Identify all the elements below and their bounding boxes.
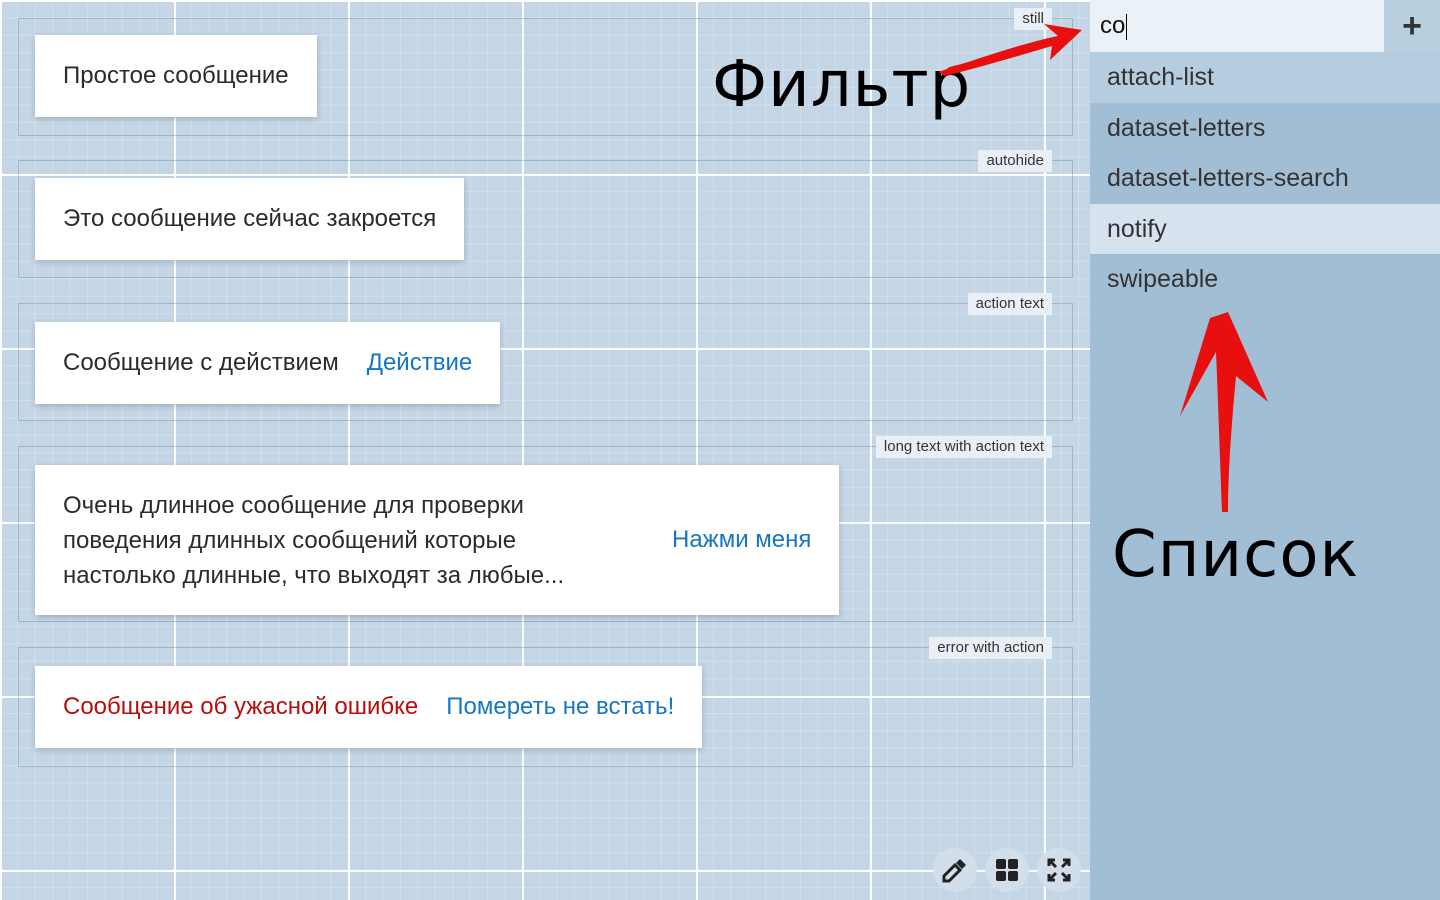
component-list: attach-list dataset-letters dataset-lett… bbox=[1090, 52, 1440, 305]
toast-message: Сообщение об ужасной ошибке bbox=[63, 693, 419, 720]
component-sidebar: + attach-list dataset-letters dataset-le… bbox=[1090, 0, 1440, 900]
toast-action-link[interactable]: Действие bbox=[367, 349, 473, 377]
filter-input[interactable] bbox=[1090, 0, 1384, 52]
text-caret bbox=[1126, 14, 1127, 40]
case-long-text: long text with action text Очень длинное… bbox=[18, 436, 1073, 622]
toast-message: Простое сообщение bbox=[63, 62, 289, 89]
toast-action-link[interactable]: Нажми меня bbox=[672, 526, 811, 554]
grid-icon bbox=[996, 859, 1018, 881]
filter-row: + bbox=[1090, 0, 1440, 52]
notification-toast: Это сообщение сейчас закроется bbox=[35, 178, 465, 260]
case-label: long text with action text bbox=[875, 436, 1052, 458]
list-item[interactable]: notify bbox=[1090, 203, 1440, 254]
list-item[interactable]: attach-list bbox=[1090, 52, 1440, 103]
fullscreen-button[interactable] bbox=[1037, 848, 1081, 892]
case-label: autohide bbox=[978, 150, 1052, 172]
preview-canvas: still Простое сообщение autohide Это соо… bbox=[0, 0, 1090, 900]
add-button[interactable]: + bbox=[1384, 0, 1440, 52]
list-item[interactable]: dataset-letters-search bbox=[1090, 153, 1440, 204]
toast-action-link[interactable]: Помереть не встать! bbox=[446, 693, 674, 721]
case-autohide: autohide Это сообщение сейчас закроется bbox=[18, 150, 1073, 278]
case-label: error with action bbox=[929, 637, 1052, 659]
case-action-text: action text Сообщение с действием Действ… bbox=[18, 293, 1073, 421]
list-item[interactable]: swipeable bbox=[1090, 254, 1440, 305]
layout-grid-button[interactable] bbox=[985, 848, 1029, 892]
notification-toast: Очень длинное сообщение для проверки пов… bbox=[35, 465, 840, 615]
annotation-filter: Фильтр bbox=[712, 48, 972, 122]
fullscreen-icon bbox=[1047, 858, 1071, 882]
plus-icon: + bbox=[1402, 6, 1422, 45]
eyedropper-icon bbox=[942, 859, 966, 883]
case-label: still bbox=[1014, 8, 1052, 30]
notification-toast: Простое сообщение bbox=[35, 35, 317, 117]
notification-toast: Сообщение об ужасной ошибке Помереть не … bbox=[35, 666, 703, 748]
toast-message: Очень длинное сообщение для проверки пов… bbox=[63, 491, 565, 589]
toast-message: Это сообщение сейчас закроется bbox=[63, 205, 437, 232]
annotation-list: Список bbox=[1112, 518, 1360, 592]
case-error-with-action: error with action Сообщение об ужасной о… bbox=[18, 637, 1073, 767]
eyedropper-button[interactable] bbox=[933, 848, 977, 892]
list-item[interactable]: dataset-letters bbox=[1090, 103, 1440, 154]
notification-toast: Сообщение с действием Действие bbox=[35, 322, 501, 404]
toast-message: Сообщение с действием bbox=[63, 349, 339, 376]
case-label: action text bbox=[967, 293, 1052, 315]
